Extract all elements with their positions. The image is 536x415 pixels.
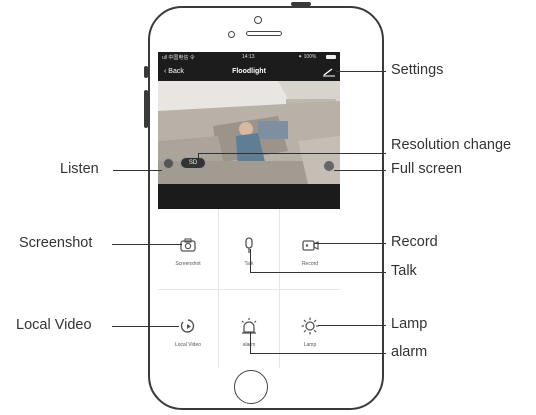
status-time: 14:13 [242, 54, 255, 60]
callout-lamp: Lamp [391, 316, 428, 332]
chevron-left-icon: ‹ [164, 68, 167, 75]
screenshot-button[interactable]: Screenshot [158, 209, 218, 289]
front-camera-icon [254, 16, 262, 24]
callout-listen: Listen [60, 161, 99, 177]
video-control-bar [158, 184, 340, 209]
callout-line-record [314, 243, 386, 244]
callout-record: Record [391, 234, 438, 250]
callout-line-resolution [198, 153, 199, 165]
lamp-icon [301, 317, 319, 335]
home-button [234, 370, 268, 404]
talk-button[interactable]: Talk [219, 209, 279, 289]
local-video-icon [180, 319, 195, 333]
navigation-bar: ull 中国电信 令 14:13 ⁕ 100% Floodlight ‹ Bac… [158, 52, 340, 81]
page-title: Floodlight [232, 68, 266, 75]
microphone-icon [245, 237, 253, 253]
callout-talk: Talk [391, 263, 417, 279]
video-record-icon [302, 240, 319, 251]
local-video-label: Local Video [174, 342, 202, 348]
callout-line-screenshot [112, 244, 182, 245]
back-label: Back [168, 68, 184, 75]
callout-fullscreen: Full screen [391, 161, 462, 177]
callout-screenshot: Screenshot [19, 235, 93, 251]
alarm-button[interactable]: alarm [219, 290, 279, 368]
lamp-button[interactable]: Lamp [280, 290, 340, 368]
status-carrier: ull 中国电信 令 [162, 55, 195, 61]
callout-line-settings [336, 71, 386, 72]
status-battery: ⁕ 100% [298, 54, 317, 60]
local-video-button[interactable]: Local Video [158, 290, 218, 368]
record-button[interactable]: Record [280, 209, 340, 289]
callout-line-fullscreen [334, 170, 386, 171]
callout-settings: Settings [391, 62, 444, 78]
earpiece [246, 31, 282, 36]
callout-line-local-video [112, 326, 179, 327]
callout-resolution: Resolution change [391, 137, 512, 153]
callout-line-listen [113, 170, 162, 171]
lamp-label: Lamp [303, 342, 317, 348]
battery-icon [326, 55, 336, 59]
talk-label: Talk [244, 261, 254, 267]
callout-line-lamp [318, 325, 386, 326]
callout-local-video: Local Video [16, 317, 92, 333]
record-label: Record [301, 261, 319, 267]
app-screen: ull 中国电信 令 14:13 ⁕ 100% Floodlight ‹ Bac… [158, 52, 340, 368]
callout-line-resolution [198, 153, 386, 154]
listen-speaker-icon[interactable] [163, 158, 174, 169]
callout-line-alarm [250, 353, 386, 354]
callout-line-talk [250, 249, 251, 272]
resolution-button[interactable]: SD [180, 157, 206, 169]
callout-line-talk [250, 272, 386, 273]
camera-icon [180, 238, 196, 252]
sensor-icon [228, 31, 235, 38]
screenshot-label: Screenshot [175, 261, 201, 267]
settings-edit-icon[interactable] [322, 67, 336, 77]
alarm-icon [241, 318, 257, 334]
alarm-label: alarm [242, 342, 256, 348]
back-button[interactable]: ‹ Back [164, 68, 184, 75]
callout-line-alarm [250, 332, 251, 353]
callout-alarm: alarm [391, 344, 428, 360]
